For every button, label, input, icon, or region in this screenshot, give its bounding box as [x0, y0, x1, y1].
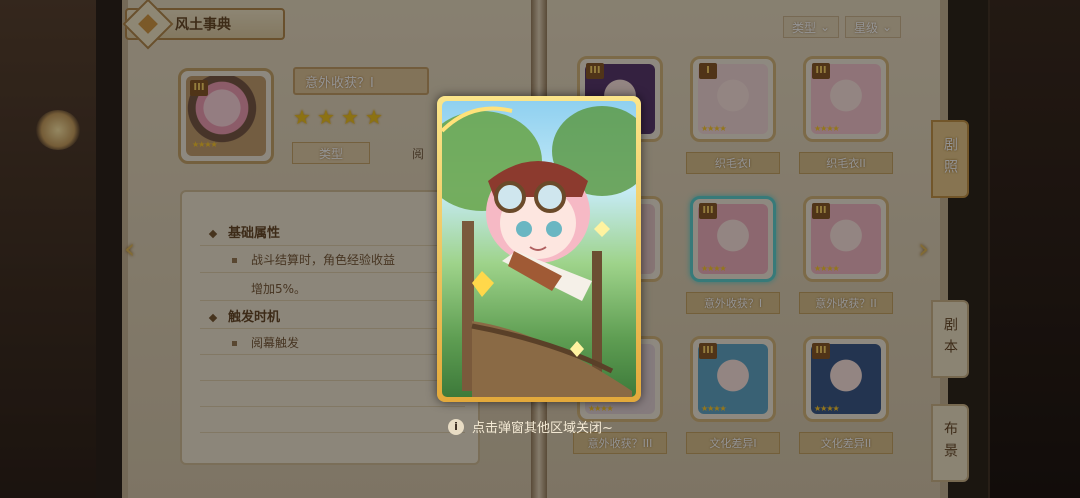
close-hint-text: 点击弹窗其他区域关闭~ — [472, 421, 613, 436]
close-hint: i 点击弹窗其他区域关闭~ — [448, 417, 613, 436]
card-popup[interactable] — [437, 96, 641, 402]
card-illustration — [442, 101, 636, 397]
info-icon: i — [448, 418, 464, 435]
character-illustration — [442, 106, 636, 397]
